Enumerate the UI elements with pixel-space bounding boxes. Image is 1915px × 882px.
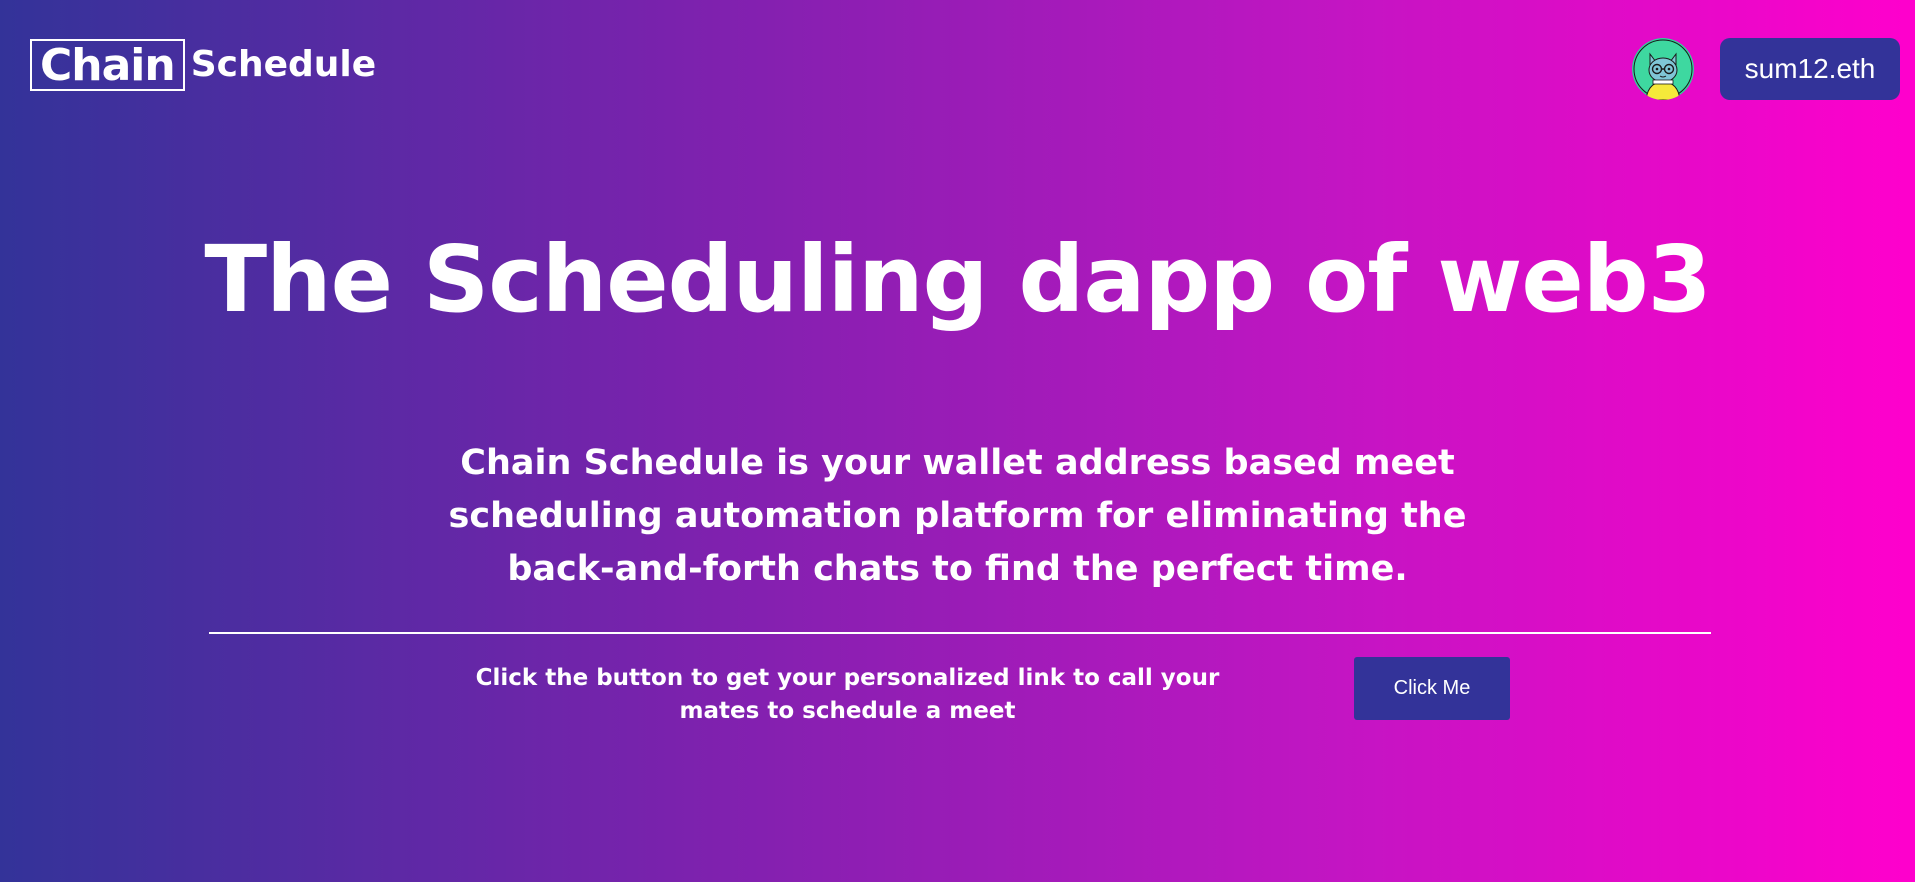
hero-title: The Scheduling dapp of web3: [204, 226, 1711, 333]
navbar: Chain Schedule sum12.eth: [0, 0, 1915, 140]
cta-text: Click the button to get your personalize…: [475, 665, 1220, 724]
logo-chain-text: Chain: [30, 39, 185, 91]
nft-cat-avatar-icon[interactable]: [1632, 38, 1694, 100]
section-divider: [209, 632, 1711, 634]
logo[interactable]: Chain Schedule: [30, 39, 376, 91]
logo-schedule-text: Schedule: [190, 44, 377, 85]
hero-description: Chain Schedule is your wallet address ba…: [448, 443, 1467, 589]
wallet-address-button[interactable]: sum12.eth: [1720, 38, 1900, 100]
click-me-button[interactable]: Click Me: [1354, 657, 1510, 720]
